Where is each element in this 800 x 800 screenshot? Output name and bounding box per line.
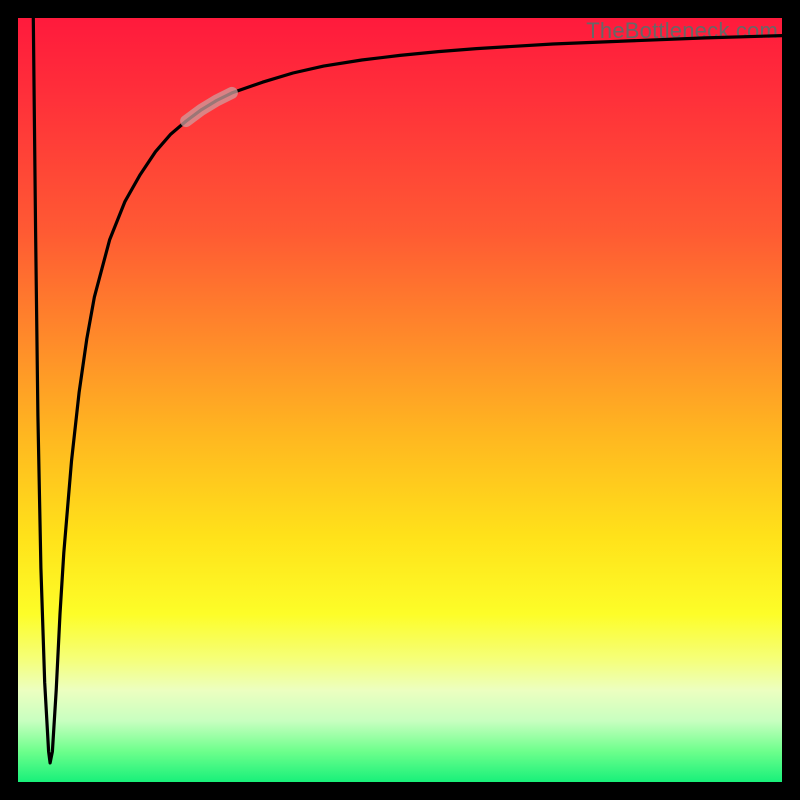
chart-frame: TheBottleneck.com <box>0 0 800 800</box>
plot-area: TheBottleneck.com <box>18 18 782 782</box>
curve-path <box>33 18 782 763</box>
bottleneck-curve <box>18 18 782 782</box>
curve-highlight <box>186 93 232 121</box>
